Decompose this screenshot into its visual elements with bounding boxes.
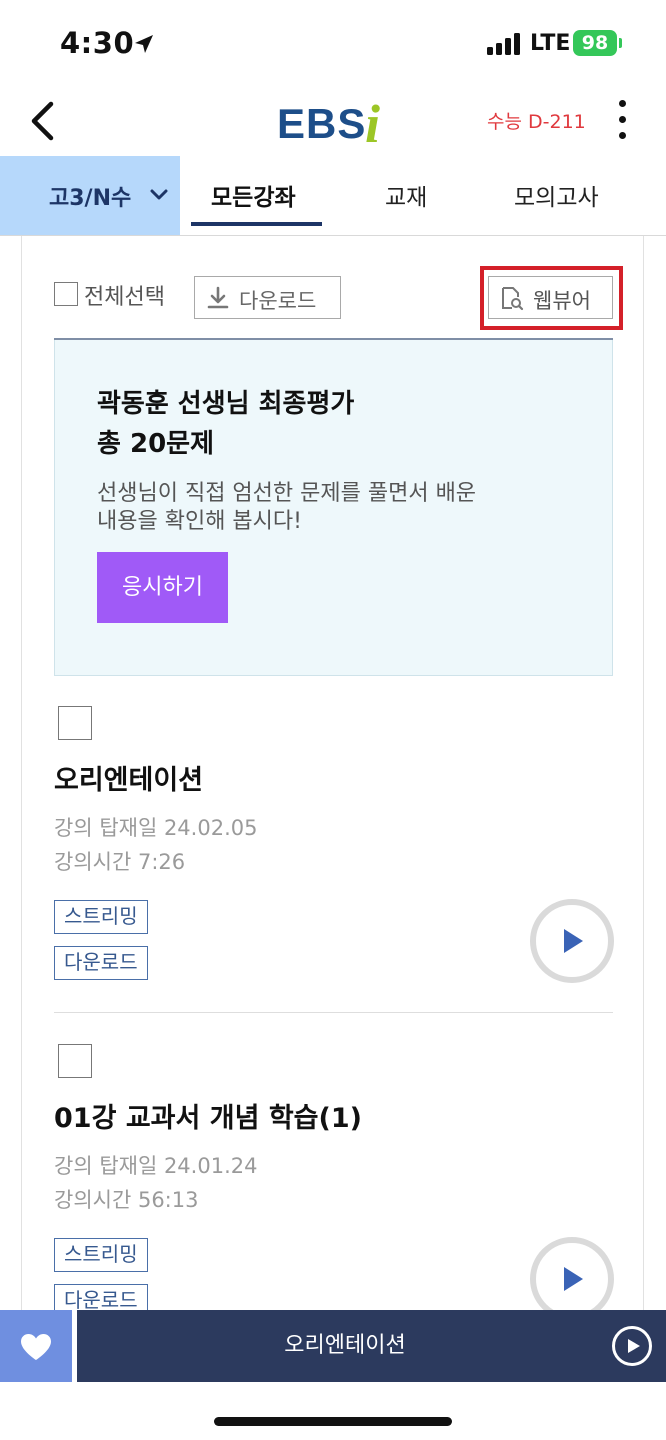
grade-label: 고3/N수 bbox=[49, 186, 132, 211]
svg-text:EBS: EBS bbox=[277, 100, 366, 147]
active-tab-indicator bbox=[191, 222, 322, 226]
play-icon bbox=[564, 929, 583, 953]
take-exam-button[interactable]: 응시하기 bbox=[97, 552, 228, 623]
lecture-checkbox[interactable] bbox=[58, 706, 92, 740]
lecture-duration: 강의시간 7:26 bbox=[54, 850, 186, 874]
banner-description: 선생님이 직접 엄선한 문제를 풀면서 배운 내용을 확인해 봅시다! bbox=[97, 480, 577, 536]
battery-level: 98 bbox=[581, 32, 609, 54]
app-header: EBS i 수능 D-211 bbox=[0, 90, 666, 156]
grade-dropdown[interactable]: 고3/N수 bbox=[0, 156, 180, 235]
status-time: 4:30 bbox=[60, 26, 135, 60]
panel-border-right bbox=[643, 236, 644, 1310]
lecture-divider bbox=[54, 1012, 613, 1013]
lecture-duration: 강의시간 56:13 bbox=[54, 1188, 199, 1212]
streaming-tag[interactable]: 스트리밍 bbox=[54, 1238, 148, 1272]
battery-tip bbox=[619, 38, 622, 48]
mini-player[interactable]: 오리엔테이션 bbox=[0, 1310, 666, 1382]
lecture-title[interactable]: 오리엔테이션 bbox=[54, 758, 203, 797]
back-chevron-icon[interactable] bbox=[24, 96, 64, 146]
panel-border-left bbox=[21, 236, 22, 1310]
lecture-list-panel[interactable]: 전체선택 다운로드 웹뷰어 곽동훈 선생님 최종평가 총 20문제 선생님이 직… bbox=[0, 236, 666, 1310]
select-all-label[interactable]: 전체선택 bbox=[84, 279, 165, 311]
heart-icon bbox=[21, 1334, 51, 1360]
signal-bars-icon bbox=[487, 33, 523, 55]
svg-text:i: i bbox=[365, 94, 380, 148]
lecture-checkbox[interactable] bbox=[58, 1044, 92, 1078]
more-vertical-icon[interactable] bbox=[608, 98, 638, 142]
banner-title: 곽동훈 선생님 최종평가 총 20문제 bbox=[97, 384, 577, 464]
lecture-upload-date: 강의 탑재일 24.02.05 bbox=[54, 816, 258, 840]
final-assessment-banner: 곽동훈 선생님 최종평가 총 20문제 선생님이 직접 엄선한 문제를 풀면서 … bbox=[54, 340, 613, 676]
favorite-button[interactable] bbox=[0, 1310, 72, 1382]
play-lecture-button[interactable] bbox=[530, 1237, 614, 1310]
ebsi-logo[interactable]: EBS i bbox=[277, 92, 395, 148]
tab-mock-exam[interactable]: 모의고사 bbox=[514, 178, 599, 212]
download-tag[interactable]: 다운로드 bbox=[54, 946, 148, 980]
dday-counter: 수능 D-211 bbox=[487, 111, 586, 133]
lecture-title[interactable]: 01강 교과서 개념 학습(1) bbox=[54, 1096, 362, 1135]
home-indicator-area bbox=[0, 1382, 666, 1440]
banner-desc-line1: 선생님이 직접 엄선한 문제를 풀면서 배운 bbox=[97, 481, 477, 506]
play-icon bbox=[564, 1267, 583, 1291]
now-playing-title[interactable]: 오리엔테이션 bbox=[77, 1310, 613, 1382]
download-button-label: 다운로드 bbox=[239, 289, 317, 313]
home-indicator[interactable] bbox=[214, 1417, 452, 1426]
download-icon bbox=[207, 286, 229, 309]
status-bar: 4:30 LTE 98 bbox=[0, 0, 666, 90]
tab-textbook[interactable]: 교재 bbox=[385, 178, 427, 212]
chevron-down-icon bbox=[150, 189, 168, 200]
play-lecture-button[interactable] bbox=[530, 899, 614, 983]
lecture-item: 01강 교과서 개념 학습(1) 강의 탑재일 24.01.24 강의시간 56… bbox=[54, 1044, 614, 1310]
select-all-checkbox[interactable] bbox=[54, 282, 78, 306]
download-button[interactable]: 다운로드 bbox=[194, 276, 341, 319]
webviewer-button[interactable]: 웹뷰어 bbox=[488, 276, 613, 319]
play-circle-icon[interactable] bbox=[612, 1326, 652, 1366]
location-arrow-icon bbox=[135, 35, 153, 53]
battery-charging-icon: 98 bbox=[573, 30, 617, 56]
lecture-item: 오리엔테이션 강의 탑재일 24.02.05 강의시간 7:26 스트리밍 다운… bbox=[54, 706, 614, 1036]
category-tabs: 고3/N수 모든강좌 교재 모의고사 bbox=[0, 156, 666, 236]
streaming-tag[interactable]: 스트리밍 bbox=[54, 900, 148, 934]
banner-title-line1: 곽동훈 선생님 최종평가 bbox=[97, 389, 355, 419]
banner-desc-line2: 내용을 확인해 봅시다! bbox=[97, 509, 302, 534]
play-icon bbox=[628, 1339, 640, 1353]
download-tag[interactable]: 다운로드 bbox=[54, 1284, 148, 1310]
tab-all-lectures[interactable]: 모든강좌 bbox=[211, 178, 296, 212]
webviewer-button-label: 웹뷰어 bbox=[533, 289, 591, 313]
lecture-upload-date: 강의 탑재일 24.01.24 bbox=[54, 1154, 258, 1178]
banner-title-line2: 총 20문제 bbox=[97, 429, 214, 459]
network-type: LTE bbox=[530, 31, 571, 56]
document-search-icon bbox=[502, 287, 524, 311]
